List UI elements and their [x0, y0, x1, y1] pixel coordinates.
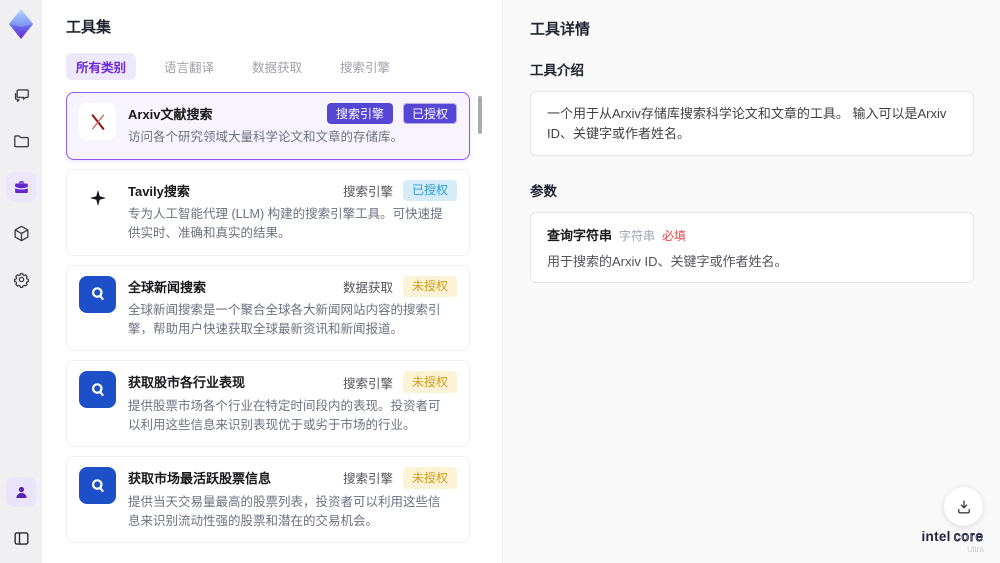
- param-name: 查询字符串: [547, 228, 613, 243]
- category-tab[interactable]: 语言翻译: [154, 53, 224, 80]
- params-card: 查询字符串 字符串 必填 用于搜索的Arxiv ID、关键字或作者姓名。: [530, 212, 974, 283]
- tool-category: 搜索引擎: [342, 184, 393, 199]
- tool-category: 搜索引擎: [342, 472, 393, 487]
- category-tab[interactable]: 所有类别: [66, 53, 137, 80]
- gear-icon: [13, 272, 29, 288]
- download-icon: [957, 499, 970, 514]
- intel-core-logo: intel core Ultra: [921, 529, 984, 555]
- param-type: 字符串: [619, 229, 656, 243]
- tool-title: 全球新闻搜索: [128, 279, 207, 295]
- files-nav-button[interactable]: [6, 126, 36, 156]
- brand-sub: Ultra: [967, 545, 984, 555]
- tool-category: 搜索引擎: [326, 103, 393, 125]
- param-description: 用于搜索的Arxiv ID、关键字或作者姓名。: [547, 254, 788, 269]
- chat-nav-button[interactable]: [6, 80, 36, 110]
- sparkle-icon: [79, 179, 116, 217]
- icon-rail: [0, 0, 42, 563]
- param-required-badge: 必填: [662, 229, 687, 243]
- tool-auth-badge: 已授权: [402, 179, 457, 201]
- search-app-icon: [79, 275, 116, 313]
- tool-auth-badge: 未授权: [402, 275, 457, 297]
- collapse-sidebar-button[interactable]: [6, 523, 36, 553]
- tool-card[interactable]: Tavily搜索 搜索引擎 已授权 专为人工智能代理 (LLM) 构建的搜索引擎…: [66, 168, 470, 256]
- page-title: 工具集: [66, 19, 112, 36]
- tool-description: 访问各个研究领域大量科学论文和文章的存储库。: [128, 130, 404, 145]
- tool-description: 专为人工智能代理 (LLM) 构建的搜索引擎工具。可快速提供实时、准确和真实的结…: [128, 206, 443, 241]
- tool-card[interactable]: 获取股市各行业表现 搜索引擎 未授权 提供股票市场各个行业在特定时间段内的表现。…: [66, 360, 470, 448]
- tool-card[interactable]: 获取市场最活跃股票信息 搜索引擎 未授权 提供当天交易量最高的股票列表，投资者可…: [66, 456, 470, 544]
- tool-list: Arxiv文献搜索 搜索引擎 已授权 访问各个研究领域大量科学论文和文章的存储库…: [66, 92, 482, 550]
- scrollbar-thumb[interactable]: [478, 96, 482, 134]
- app-logo-icon: [9, 9, 33, 39]
- tool-auth-badge: 未授权: [402, 467, 457, 489]
- user-icon: [15, 486, 27, 498]
- tool-intro-text: 一个用于从Arxiv存储库搜索科学论文和文章的工具。 输入可以是Arxiv ID…: [547, 106, 947, 141]
- chat-icon: [14, 88, 29, 102]
- tool-description: 提供股票市场各个行业在特定时间段内的表现。投资者可以利用这些信息来识别表现优于或…: [128, 398, 441, 432]
- folder-icon: [13, 134, 29, 147]
- cube-icon: [13, 225, 29, 241]
- panel-toggle-icon: [13, 531, 29, 545]
- intro-heading: 工具介绍: [530, 63, 584, 78]
- download-button[interactable]: [944, 487, 983, 526]
- toolbox-icon: [14, 180, 28, 193]
- tool-description: 全球新闻搜索是一个聚合全球各大新闻网站内容的搜索引擎，帮助用户快速获取全球最新资…: [128, 302, 441, 337]
- settings-nav-button[interactable]: [6, 264, 36, 294]
- tool-title: 获取股市各行业表现: [128, 375, 246, 391]
- brand-primary: intel: [921, 529, 951, 545]
- tool-card[interactable]: 全球新闻搜索 数据获取 未授权 全球新闻搜索是一个聚合全球各大新闻网站内容的搜索…: [66, 264, 470, 352]
- category-tab[interactable]: 数据获取: [242, 53, 312, 80]
- tool-title: Arxiv文献搜索: [128, 107, 213, 122]
- tool-title: 获取市场最活跃股票信息: [128, 471, 272, 487]
- scrollbar[interactable]: [477, 94, 482, 546]
- category-tab[interactable]: 搜索引擎: [330, 53, 400, 80]
- tool-card[interactable]: Arxiv文献搜索 搜索引擎 已授权 访问各个研究领域大量科学论文和文章的存储库…: [66, 92, 470, 160]
- param-item: 查询字符串 字符串 必填 用于搜索的Arxiv ID、关键字或作者姓名。: [547, 225, 957, 270]
- tool-auth-badge: 已授权: [402, 103, 457, 125]
- packages-nav-button[interactable]: [6, 218, 36, 248]
- tool-auth-badge: 未授权: [402, 371, 457, 393]
- detail-title: 工具详情: [530, 21, 591, 38]
- arxiv-logo-icon: [79, 103, 116, 140]
- toolbox-nav-button[interactable]: [6, 172, 36, 202]
- params-heading: 参数: [530, 184, 557, 199]
- brand-secondary: core: [953, 529, 984, 545]
- tool-list-panel: 工具集 所有类别 语言翻译 数据获取 搜索引擎 Arxiv文献搜索 搜索引擎 已授权 …: [42, 0, 503, 563]
- account-button[interactable]: [6, 477, 36, 507]
- tool-category: 数据获取: [342, 280, 393, 295]
- tool-category: 搜索引擎: [342, 376, 393, 391]
- tool-title: Tavily搜索: [128, 183, 190, 199]
- search-app-icon: [79, 371, 116, 409]
- search-app-icon: [79, 467, 116, 505]
- tool-detail-panel: 工具详情 工具介绍 一个用于从Arxiv存储库搜索科学论文和文章的工具。 输入可…: [504, 0, 1000, 563]
- category-tab-bar: 所有类别 语言翻译 数据获取 搜索引擎: [66, 53, 482, 80]
- tool-description: 提供当天交易量最高的股票列表，投资者可以利用这些信息来识别流动性强的股票和潜在的…: [128, 494, 441, 528]
